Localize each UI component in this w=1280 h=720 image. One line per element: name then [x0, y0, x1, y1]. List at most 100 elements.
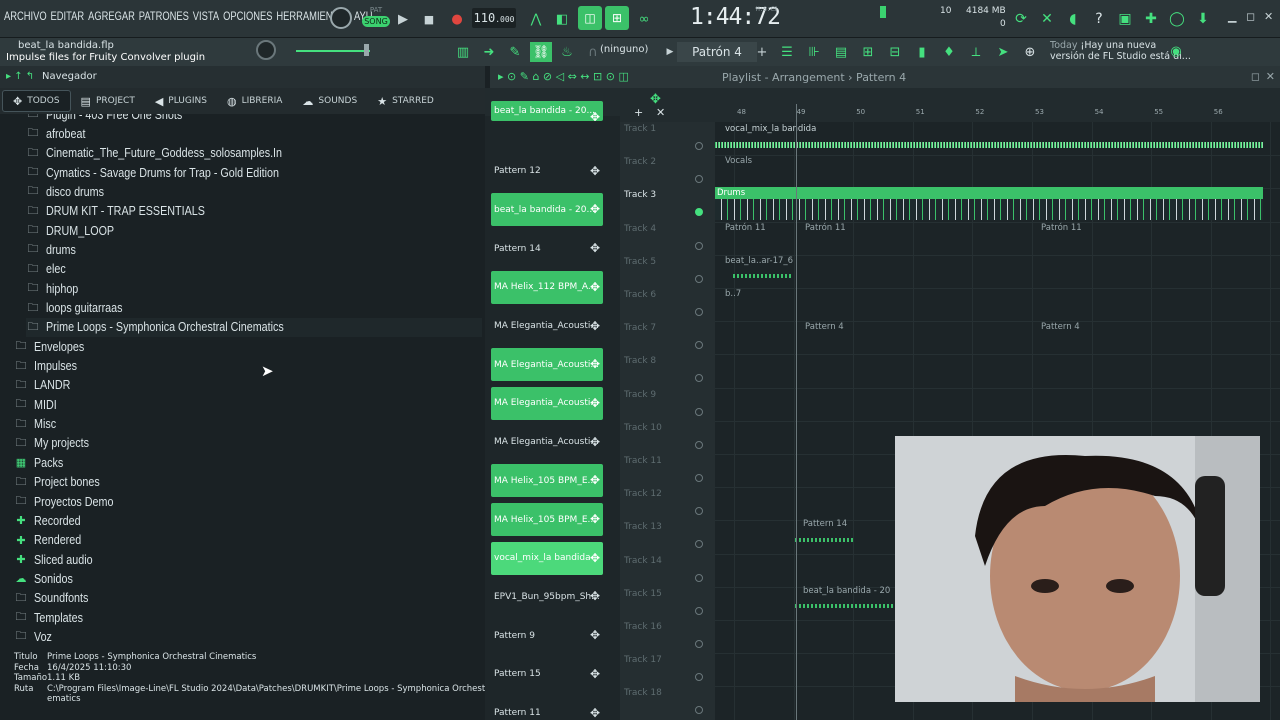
arrow-right-icon[interactable]: ➜ [478, 42, 500, 62]
cart-icon[interactable]: ⊕ [1019, 42, 1041, 62]
channel-button[interactable]: Pattern 9 ✥ [491, 619, 603, 652]
menu-agregar[interactable]: AGREGAR [88, 9, 135, 23]
add-pattern-icon[interactable]: + [752, 42, 772, 62]
track-enable-icon[interactable] [695, 540, 703, 549]
clip-patron11b[interactable]: Patrón 11 [805, 223, 846, 233]
menu-archivo[interactable]: ARCHIVO [4, 9, 47, 23]
tab-sounds[interactable]: ☁ SOUNDS [292, 90, 367, 112]
track-header[interactable]: Track 11 [624, 456, 662, 466]
tempo-display[interactable]: 110.000 [472, 8, 516, 28]
track-header[interactable]: Track 8 [624, 356, 656, 366]
arrow-icon[interactable]: ➤ [992, 42, 1014, 62]
song-position-display[interactable]: 1:44:72 M:S:CS [690, 4, 781, 30]
channel-button[interactable]: MA Helix_105 BPM_E... ✥ [491, 464, 603, 498]
pat-song-toggle[interactable]: PAT SONG [362, 6, 390, 32]
fl-logo-icon[interactable]: ◉ [1166, 41, 1186, 61]
channel-add-icon[interactable]: ✥ [590, 357, 600, 371]
browser-item[interactable]: ✚ Recorded [14, 511, 482, 530]
track-header[interactable]: Track 7 [624, 323, 656, 333]
track-header[interactable]: Track 1 [624, 124, 656, 134]
mixer-icon[interactable]: ▤ [830, 42, 852, 62]
channel-add-icon[interactable]: ✥ [590, 396, 600, 410]
track-enable-icon[interactable] [695, 573, 703, 582]
channel-add-icon[interactable]: ✥ [590, 706, 600, 720]
timeline-ruler[interactable]: 48 49 50 51 52 53 54 55 56 [715, 104, 1280, 122]
clip-patron11c[interactable]: Patrón 11 [1041, 223, 1082, 233]
clip-beat2[interactable]: beat_la bandida - 20 [803, 586, 890, 596]
browser-item[interactable]: 🗀 Proyectos Demo [14, 492, 482, 511]
channel-add-icon[interactable]: ✥ [590, 435, 600, 449]
track-enable-icon[interactable] [695, 440, 703, 449]
browser-icon[interactable]: ⊟ [884, 42, 906, 62]
minimize-icon[interactable]: ▁ [1228, 10, 1236, 23]
tab-libreria[interactable]: ◍ LIBRERIA [217, 90, 292, 112]
track-header[interactable]: Track 9 [624, 390, 656, 400]
tab-todos[interactable]: ✥ TODOS [2, 90, 71, 112]
browser-item[interactable]: 🗀 Project bones [14, 473, 482, 492]
browser-nav-arrow-icon[interactable]: ▸ ↑ ↰ [6, 71, 34, 82]
pitch-icon[interactable]: ⟂ [965, 42, 987, 62]
track-enable-icon[interactable] [695, 142, 703, 150]
chat-icon[interactable]: ◯ [1166, 8, 1188, 30]
browser-item[interactable]: 🗀 afrobeat [26, 124, 482, 143]
playlist-close-icon[interactable]: ✕ [1266, 70, 1275, 83]
browser-item[interactable]: 🗀 Envelopes [14, 337, 482, 356]
browser-item[interactable]: 🗀 Misc [14, 415, 482, 434]
channel-button[interactable]: vocal_mix_la bandida ✥ [491, 541, 603, 575]
browser-item[interactable]: 🗀 Soundfonts [14, 589, 482, 608]
menu-vista[interactable]: VISTA [193, 9, 219, 23]
browser-item[interactable]: 🗀 Impulses [14, 357, 482, 376]
clip-pattern4b[interactable]: Pattern 4 [1041, 322, 1080, 332]
close-icon[interactable]: ✕ [1264, 10, 1273, 23]
menu-patrones[interactable]: PATRONES [139, 9, 189, 23]
help-icon[interactable]: ? [1088, 8, 1110, 30]
piano-icon[interactable]: ⊞ [857, 42, 879, 62]
channel-add-icon[interactable]: ✥ [590, 319, 600, 333]
piano-roll-icon[interactable]: ▥ [452, 42, 474, 62]
channel-add-icon[interactable]: ✥ [590, 280, 600, 294]
link-icon[interactable]: ⛓ [530, 42, 552, 62]
countdown-icon[interactable]: ◫ [578, 6, 602, 30]
undo-icon[interactable]: ⟳ [1010, 8, 1032, 30]
track-enable-icon[interactable] [695, 606, 703, 615]
channel-add-icon[interactable]: ✥ [590, 473, 600, 487]
track-enable-icon[interactable] [695, 407, 703, 416]
channel-button[interactable]: Pattern 11 ✥ [491, 697, 603, 720]
channel-button[interactable]: MA Elegantia_Acousti... ✥ [491, 310, 603, 343]
clip-pattern4a[interactable]: Pattern 4 [805, 322, 844, 332]
browser-item[interactable]: ☁ Sonidos [14, 569, 482, 588]
clip-patron11a[interactable]: Patrón 11 [725, 223, 766, 233]
wait-input-icon[interactable]: ◧ [552, 9, 572, 29]
track-enable-icon[interactable] [695, 673, 703, 682]
browser-item[interactable]: ✚ Sliced audio [14, 550, 482, 569]
track-enable-icon[interactable] [695, 208, 703, 217]
channel-add-icon[interactable]: ✥ [590, 110, 600, 121]
channel-button[interactable]: Pattern 15 ✥ [491, 658, 603, 691]
track-enable-icon[interactable] [695, 474, 703, 482]
browser-item[interactable]: 🗀 DRUM_LOOP [26, 221, 482, 240]
channel-button[interactable]: Pattern 12 ✥ [491, 155, 603, 188]
channel-button[interactable]: MA Helix_112 BPM_A... ✥ [491, 270, 603, 304]
menu-opciones[interactable]: OPCIONES [223, 9, 272, 23]
clip-vocal[interactable]: vocal_mix_la bandida [725, 124, 816, 134]
clip-beat[interactable]: beat_la..ar-17_6 [725, 256, 793, 266]
channel-button[interactable]: MA Elegantia_Acousti... ✥ [491, 348, 603, 382]
track-enable-icon[interactable] [695, 241, 703, 250]
track-header[interactable]: Track 6 [624, 290, 656, 300]
channel-add-icon[interactable]: ✥ [590, 551, 600, 565]
track-header[interactable]: Track 12 [624, 489, 662, 499]
track-enable-icon[interactable] [695, 341, 703, 350]
track-header[interactable]: Track 18 [624, 688, 662, 698]
maximize-icon[interactable]: ◻ [1246, 10, 1255, 23]
channel-button[interactable]: MA Elegantia_Acousti... ✥ [491, 426, 603, 459]
clip-b7[interactable]: b..7 [725, 289, 741, 299]
browser-item[interactable]: 🗀 Voz [14, 627, 482, 646]
channel-button[interactable]: MA Elegantia_Acousti... ✥ [491, 386, 603, 420]
browser-item[interactable]: 🗀 hiphop [26, 279, 482, 298]
channel-add-icon[interactable]: ✥ [590, 589, 600, 603]
track-enable-icon[interactable] [695, 640, 703, 648]
track-enable-icon[interactable] [695, 374, 703, 383]
master-pitch-knob[interactable] [256, 40, 276, 60]
pencil-icon[interactable]: ✎ [504, 42, 526, 62]
add-track-icon[interactable]: + [634, 106, 643, 119]
